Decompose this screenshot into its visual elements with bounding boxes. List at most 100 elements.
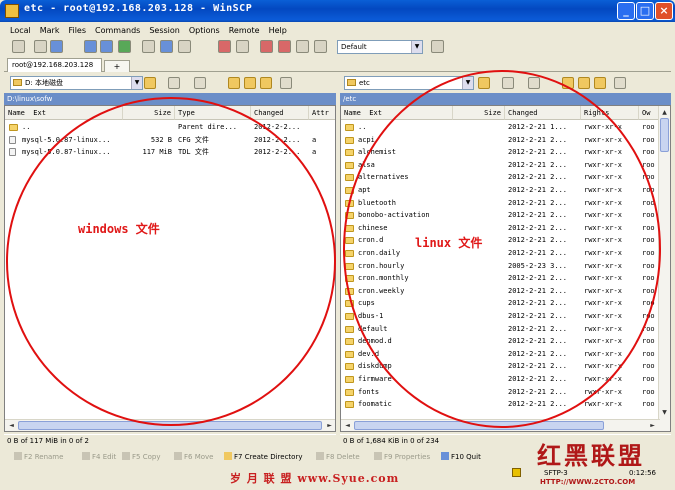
forward-icon[interactable] [194,77,206,89]
table-row[interactable]: bluetooth 2012-2-21 2... rwxr-xr-x roo [341,197,670,210]
menu-files[interactable]: Files [68,23,86,38]
table-row[interactable]: alchemist 2012-2-21 2... rwxr-xr-x roo [341,146,670,159]
table-row[interactable]: firmware 2012-2-21 2... rwxr-xr-x roo [341,373,670,386]
edit-button[interactable]: F4 Edit [82,450,116,464]
scroll-right-icon[interactable]: ► [324,420,335,431]
table-row[interactable]: dev.d 2012-2-21 2... rwxr-xr-x roo [341,348,670,361]
scroll-up-icon[interactable]: ▲ [659,107,670,118]
right-file-panel[interactable]: Name Ext Size Changed Rights Ow .. 2012-2… [340,105,671,432]
table-row[interactable]: .. 2012-2-21 1... rwxr-xr-x roo [341,121,670,134]
table-row[interactable]: cron.weekly 2012-2-21 2... rwxr-xr-x roo [341,285,670,298]
unselect-icon[interactable] [236,40,249,53]
transfer-options-icon[interactable] [431,40,444,53]
table-row[interactable]: alsa 2012-2-21 2... rwxr-xr-x roo [341,159,670,172]
table-row[interactable]: default 2012-2-21 2... rwxr-xr-x roo [341,323,670,336]
left-horizontal-scrollbar[interactable]: ◄ ► [5,419,335,431]
back-icon[interactable] [502,77,514,89]
right-dir-select[interactable]: etc ▼ [344,76,474,90]
scroll-left-icon[interactable]: ◄ [342,420,353,431]
back-icon[interactable] [168,77,180,89]
home-dir-icon[interactable] [594,77,606,89]
rename-button[interactable]: F2 Rename [14,450,63,464]
filter-icon[interactable] [260,40,273,53]
compare-icon[interactable] [34,40,47,53]
scroll-thumb[interactable] [18,421,322,430]
menu-remote[interactable]: Remote [229,23,260,38]
refresh-icon[interactable] [614,77,626,89]
table-row[interactable]: cron.monthly 2012-2-21 2... rwxr-xr-x roo [341,272,670,285]
left-file-panel[interactable]: Name Ext Size Type Changed Attr .. Parent… [4,105,336,432]
scroll-thumb[interactable] [660,118,669,152]
table-row[interactable]: mysql-5.0.87-linux... 117 MiB TDL 文件 2012-2… [5,146,335,159]
menu-local[interactable]: Local [10,23,31,38]
col-size[interactable]: Size [123,106,175,120]
menu-session[interactable]: Session [149,23,180,38]
scroll-left-icon[interactable]: ◄ [6,420,17,431]
table-row[interactable]: foomatic 2012-2-21 2... rwxr-xr-x roo [341,398,670,411]
table-row[interactable]: cron.daily 2012-2-21 2... rwxr-xr-x roo [341,247,670,260]
scroll-thumb[interactable] [354,421,604,430]
menu-help[interactable]: Help [269,23,287,38]
minimize-button[interactable]: _ [617,2,635,20]
table-row[interactable]: chinese 2012-2-21 2... rwxr-xr-x roo [341,222,670,235]
table-row[interactable]: diskdump 2012-2-21 2... rwxr-xr-x roo [341,360,670,373]
title-bar[interactable]: etc - root@192.168.203.128 - WinSCP _ □ … [0,0,675,22]
select-icon[interactable] [218,40,231,53]
move-button[interactable]: F6 Move [174,450,214,464]
parent-dir-icon[interactable] [228,77,240,89]
transfer-settings-select[interactable]: Default ▼ [337,40,423,54]
scroll-right-icon[interactable]: ► [647,420,658,431]
sort-icon[interactable] [278,40,291,53]
open-folder-icon[interactable] [144,77,156,89]
refresh-icon[interactable] [280,77,292,89]
copy-button[interactable]: F5 Copy [122,450,160,464]
properties-button[interactable]: F9 Properties [374,450,430,464]
left-drive-select[interactable]: D: 本地磁盘 ▼ [10,76,143,90]
col-owner[interactable]: Ow [639,106,660,120]
session-icon[interactable] [160,40,173,53]
table-row[interactable]: acpi 2012-2-21 2... rwxr-xr-x roo [341,134,670,147]
hidden-files-icon[interactable] [296,40,309,53]
terminal-icon[interactable] [142,40,155,53]
col-name[interactable]: Name Ext [341,106,453,120]
preferences-icon[interactable] [12,40,25,53]
menu-commands[interactable]: Commands [95,23,140,38]
forward-icon[interactable] [528,77,540,89]
queue-icon[interactable] [50,40,63,53]
col-size[interactable]: Size [453,106,505,120]
table-row[interactable]: cups 2012-2-21 2... rwxr-xr-x roo [341,297,670,310]
delete-button[interactable]: F8 Delete [316,450,360,464]
col-type[interactable]: Type [175,106,251,120]
open-folder-icon[interactable] [478,77,490,89]
quit-button[interactable]: F10 Quit [441,450,481,464]
col-changed[interactable]: Changed [251,106,309,120]
table-row[interactable]: cron.d 2012-2-21 2... rwxr-xr-x roo [341,234,670,247]
table-row[interactable]: mysql-5.0.87-linux... 532 B CFG 文件 2012-2-2… [5,134,335,147]
root-dir-icon[interactable] [244,77,256,89]
menu-mark[interactable]: Mark [40,23,60,38]
root-dir-icon[interactable] [578,77,590,89]
right-horizontal-scrollbar[interactable]: ◄ ► [341,419,660,431]
table-row[interactable]: dbus-1 2012-2-21 2... rwxr-xr-x roo [341,310,670,323]
find-icon[interactable] [178,40,191,53]
table-row[interactable]: alternatives 2012-2-21 2... rwxr-xr-x roo [341,171,670,184]
table-row[interactable]: apt 2012-2-21 2... rwxr-xr-x roo [341,184,670,197]
create-directory-button[interactable]: F7 Create Directory [224,450,302,464]
col-rights[interactable]: Rights [581,106,639,120]
table-row[interactable]: depmod.d 2012-2-21 2... rwxr-xr-x roo [341,335,670,348]
right-vertical-scrollbar[interactable]: ▲ ▼ [658,106,670,431]
synchronize-icon[interactable] [84,40,97,53]
maximize-button[interactable]: □ [636,2,654,20]
table-row[interactable]: .. Parent dire... 2012-2-2... [5,121,335,134]
menu-options[interactable]: Options [189,23,220,38]
col-name[interactable]: Name Ext [5,106,123,120]
scroll-down-icon[interactable]: ▼ [659,407,670,418]
table-row[interactable]: fonts 2012-2-21 2... rwxr-xr-x roo [341,386,670,399]
tree-icon[interactable] [314,40,327,53]
col-changed[interactable]: Changed [505,106,581,120]
close-button[interactable]: × [655,2,673,20]
col-attr[interactable]: Attr [309,106,335,120]
parent-dir-icon[interactable] [562,77,574,89]
new-tab-button[interactable]: + [104,60,130,72]
tab-session[interactable]: root@192.168.203.128 [7,58,102,72]
